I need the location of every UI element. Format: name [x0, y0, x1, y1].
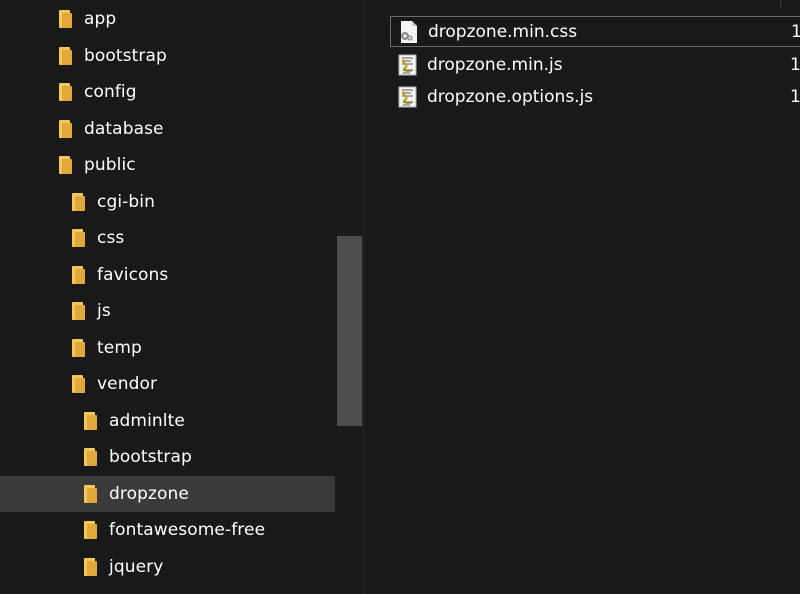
file-row-dropzone-min-js[interactable]: dropzone.min.js 1 [390, 49, 800, 80]
file-explorer-window: app bootstrap config database public cgi [0, 0, 800, 594]
folder-icon [84, 484, 97, 503]
navigation-pane[interactable]: app bootstrap config database public cgi [0, 0, 362, 594]
folder-icon [59, 156, 72, 175]
tree-item-dropzone[interactable]: dropzone [0, 475, 335, 512]
tree-item-vendor[interactable]: vendor [0, 366, 335, 403]
tree-item-label: fontawesome-free [109, 520, 266, 541]
folder-icon [72, 229, 85, 248]
folder-icon [84, 448, 97, 467]
folder-icon [72, 375, 85, 394]
tree-item-cgi-bin[interactable]: cgi-bin [0, 184, 335, 221]
tree-item-label: jquery [109, 556, 164, 577]
file-name: dropzone.min.js [427, 54, 563, 75]
folder-icon [59, 83, 72, 102]
file-detail: 1 [790, 86, 800, 107]
folder-icon [84, 557, 97, 576]
file-name: dropzone.min.css [428, 21, 578, 42]
tree-item-public[interactable]: public [0, 147, 335, 184]
tree-item-label: adminlte [109, 410, 185, 431]
tree-item-label: favicons [97, 264, 169, 285]
tree-item-bootstrap[interactable]: bootstrap [0, 38, 335, 75]
tree-item-fontawesome-free[interactable]: fontawesome-free [0, 512, 335, 549]
tree-item-label: vendor [97, 374, 158, 395]
tree-item-label: config [84, 82, 137, 103]
folder-icon [84, 411, 97, 430]
folder-icon [59, 10, 72, 29]
tree-item-label: dropzone [109, 483, 189, 504]
js-file-icon [398, 54, 418, 76]
tree-item-partial[interactable] [0, 585, 335, 594]
tree-item-label: js [97, 301, 111, 322]
folder-tree: app bootstrap config database public cgi [0, 0, 335, 594]
tree-item-app[interactable]: app [0, 1, 335, 38]
tree-item-vendor-bootstrap[interactable]: bootstrap [0, 439, 335, 476]
tree-item-label: public [84, 155, 136, 176]
tree-item-css[interactable]: css [0, 220, 335, 257]
tree-item-database[interactable]: database [0, 111, 335, 148]
tree-item-config[interactable]: config [0, 74, 335, 111]
tree-item-label: cgi-bin [97, 191, 155, 212]
tree-item-temp[interactable]: temp [0, 330, 335, 367]
tree-item-label: database [84, 118, 164, 139]
tree-item-label: temp [97, 337, 142, 358]
file-list-pane[interactable]: dropzone.min.css 1 dropzone.min.js 1 dro… [365, 0, 800, 594]
file-detail: 1 [790, 54, 800, 75]
tree-item-label: app [84, 9, 117, 30]
tree-item-adminlte[interactable]: adminlte [0, 403, 335, 440]
folder-icon [72, 338, 85, 357]
tree-item-favicons[interactable]: favicons [0, 257, 335, 294]
css-file-icon [399, 20, 419, 43]
file-row-dropzone-options-js[interactable]: dropzone.options.js 1 [390, 81, 800, 112]
column-header-divider[interactable] [780, 0, 781, 8]
folder-icon [84, 521, 97, 540]
folder-icon [72, 192, 85, 211]
tree-item-label: bootstrap [109, 447, 192, 468]
file-name: dropzone.options.js [427, 86, 594, 107]
file-detail: 1 [791, 21, 800, 42]
tree-item-label: css [97, 228, 125, 249]
tree-item-label: bootstrap [84, 45, 167, 66]
folder-icon [59, 46, 72, 65]
folder-icon [59, 119, 72, 138]
js-file-icon [398, 86, 418, 108]
tree-item-js[interactable]: js [0, 293, 335, 330]
file-row-dropzone-min-css[interactable]: dropzone.min.css 1 [390, 16, 800, 47]
folder-icon [72, 265, 85, 284]
folder-icon [72, 302, 85, 321]
tree-item-jquery[interactable]: jquery [0, 549, 335, 586]
scrollbar-thumb[interactable] [337, 236, 362, 426]
